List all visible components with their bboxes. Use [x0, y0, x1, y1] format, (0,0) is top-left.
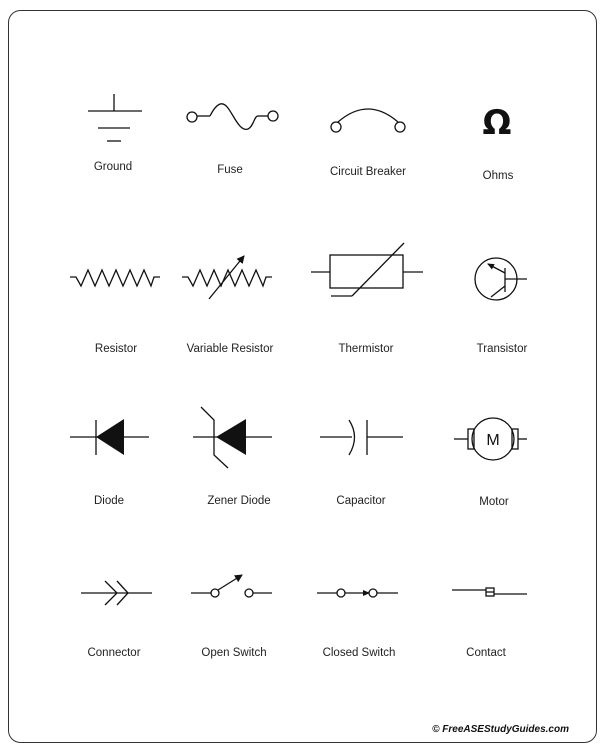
- label-ground: Ground: [94, 161, 132, 173]
- label-thermistor: Thermistor: [339, 343, 394, 355]
- label-diode: Diode: [94, 495, 124, 507]
- label-ohms: Ohms: [483, 170, 514, 182]
- label-zener-diode: Zener Diode: [207, 495, 270, 507]
- label-variable-resistor: Variable Resistor: [187, 343, 274, 355]
- label-motor: Motor: [479, 496, 509, 508]
- label-capacitor: Capacitor: [336, 495, 385, 507]
- label-connector: Connector: [87, 647, 140, 659]
- svg-text:M: M: [486, 432, 499, 449]
- label-closed-switch: Closed Switch: [323, 647, 396, 659]
- label-circuit-breaker: Circuit Breaker: [330, 166, 406, 178]
- label-resistor: Resistor: [95, 343, 137, 355]
- ohms-icon: Ω: [483, 103, 512, 143]
- label-fuse: Fuse: [217, 164, 243, 176]
- label-transistor: Transistor: [477, 343, 528, 355]
- copyright-text: © FreeASEStudyGuides.com: [432, 724, 569, 735]
- electrical-symbols-chart: Ground Fuse Circuit Breaker Ω Ohms Resis…: [8, 10, 597, 743]
- label-contact: Contact: [466, 647, 506, 659]
- label-open-switch: Open Switch: [201, 647, 266, 659]
